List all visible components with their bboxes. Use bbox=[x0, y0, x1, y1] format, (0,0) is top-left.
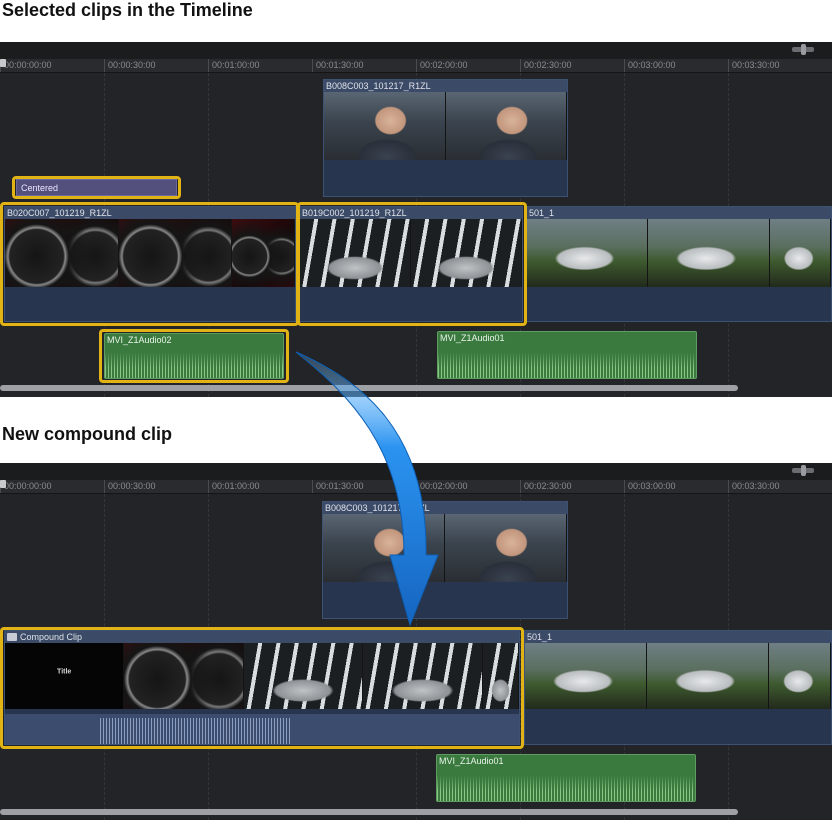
thumbnail-woman bbox=[324, 92, 446, 160]
audio-clip-2[interactable]: MVI_Z1Audio01 bbox=[436, 754, 696, 802]
clip-name: B008C003_101217_R1ZL bbox=[325, 503, 430, 513]
ruler-tick: 00:00:00:00 bbox=[0, 59, 52, 72]
ruler-tick: 00:02:30:00 bbox=[520, 59, 572, 72]
thumbnail-woman bbox=[323, 514, 445, 582]
selection-outline bbox=[0, 202, 299, 326]
primary-clip-3[interactable]: 501_1 bbox=[524, 630, 832, 745]
timecode-ruler[interactable]: 00:00:00:00 00:00:30:00 00:01:00:00 00:0… bbox=[0, 59, 832, 73]
timecode-ruler[interactable]: 00:00:00:00 00:00:30:00 00:01:00:00 00:0… bbox=[0, 480, 832, 494]
clip-header bbox=[525, 631, 831, 643]
primary-clip-3[interactable]: 501_1 bbox=[526, 206, 832, 322]
heading-new-compound: New compound clip bbox=[2, 424, 173, 444]
horizontal-scrollbar[interactable] bbox=[0, 809, 738, 815]
timeline-toolbar bbox=[0, 42, 832, 59]
ruler-tick: 00:01:00:00 bbox=[208, 480, 260, 493]
ruler-tick: 00:00:30:00 bbox=[104, 59, 156, 72]
thumbnail-woman bbox=[445, 514, 567, 582]
filmstrip bbox=[527, 219, 831, 287]
filmstrip bbox=[323, 514, 567, 582]
ruler-tick: 00:02:00:00 bbox=[416, 480, 468, 493]
ruler-tick: 00:03:00:00 bbox=[624, 480, 676, 493]
audio-clip-2[interactable]: MVI_Z1Audio01 bbox=[437, 331, 697, 379]
thumbnail-car-field bbox=[769, 219, 831, 287]
zoom-knob[interactable] bbox=[801, 44, 806, 55]
connected-clip[interactable]: B008C003_101217_R1ZL bbox=[322, 501, 568, 619]
filmstrip bbox=[324, 92, 567, 160]
timeline-compound[interactable]: 00:00:00:00 00:00:30:00 00:01:00:00 00:0… bbox=[0, 463, 832, 820]
heading-selected-clips: Selected clips in the Timeline bbox=[2, 0, 253, 20]
thumbnail-car-field bbox=[769, 643, 831, 709]
selection-outline bbox=[297, 202, 527, 326]
selection-outline bbox=[99, 329, 289, 383]
playhead-icon[interactable] bbox=[0, 480, 6, 488]
waveform bbox=[437, 775, 695, 801]
connected-clip[interactable]: B008C003_101217_R1ZL bbox=[323, 79, 568, 197]
ruler-tick: 00:03:30:00 bbox=[728, 59, 780, 72]
horizontal-scrollbar[interactable] bbox=[0, 385, 738, 391]
ruler-tick: 00:01:30:00 bbox=[312, 480, 364, 493]
ruler-tick: 00:03:30:00 bbox=[728, 480, 780, 493]
ruler-tick: 00:02:30:00 bbox=[520, 480, 572, 493]
timeline-selected[interactable]: 00:00:00:00 00:00:30:00 00:01:00:00 00:0… bbox=[0, 42, 832, 397]
zoom-knob[interactable] bbox=[801, 465, 806, 476]
thumbnail-car-field bbox=[647, 643, 770, 709]
thumbnail-car-field bbox=[527, 219, 649, 287]
filmstrip bbox=[525, 643, 831, 709]
ruler-tick: 00:02:00:00 bbox=[416, 59, 468, 72]
playhead-icon[interactable] bbox=[0, 59, 6, 67]
clip-name: 501_1 bbox=[529, 208, 555, 218]
timeline-toolbar bbox=[0, 463, 832, 480]
audio-clip-name: MVI_Z1Audio01 bbox=[440, 333, 505, 343]
selection-outline bbox=[12, 176, 181, 199]
waveform bbox=[438, 352, 696, 378]
selection-outline bbox=[0, 627, 524, 749]
ruler-tick: 00:00:00:00 bbox=[0, 480, 52, 493]
ruler-tick: 00:03:00:00 bbox=[624, 59, 676, 72]
audio-clip-name: MVI_Z1Audio01 bbox=[439, 756, 504, 766]
clip-name: B008C003_101217_R1ZL bbox=[326, 81, 431, 91]
thumbnail-car-field bbox=[525, 643, 648, 709]
thumbnail-car-field bbox=[648, 219, 770, 287]
clip-header bbox=[527, 207, 831, 219]
clip-name: 501_1 bbox=[527, 632, 553, 642]
thumbnail-woman bbox=[445, 92, 567, 160]
ruler-tick: 00:01:30:00 bbox=[312, 59, 364, 72]
ruler-tick: 00:00:30:00 bbox=[104, 480, 156, 493]
ruler-tick: 00:01:00:00 bbox=[208, 59, 260, 72]
